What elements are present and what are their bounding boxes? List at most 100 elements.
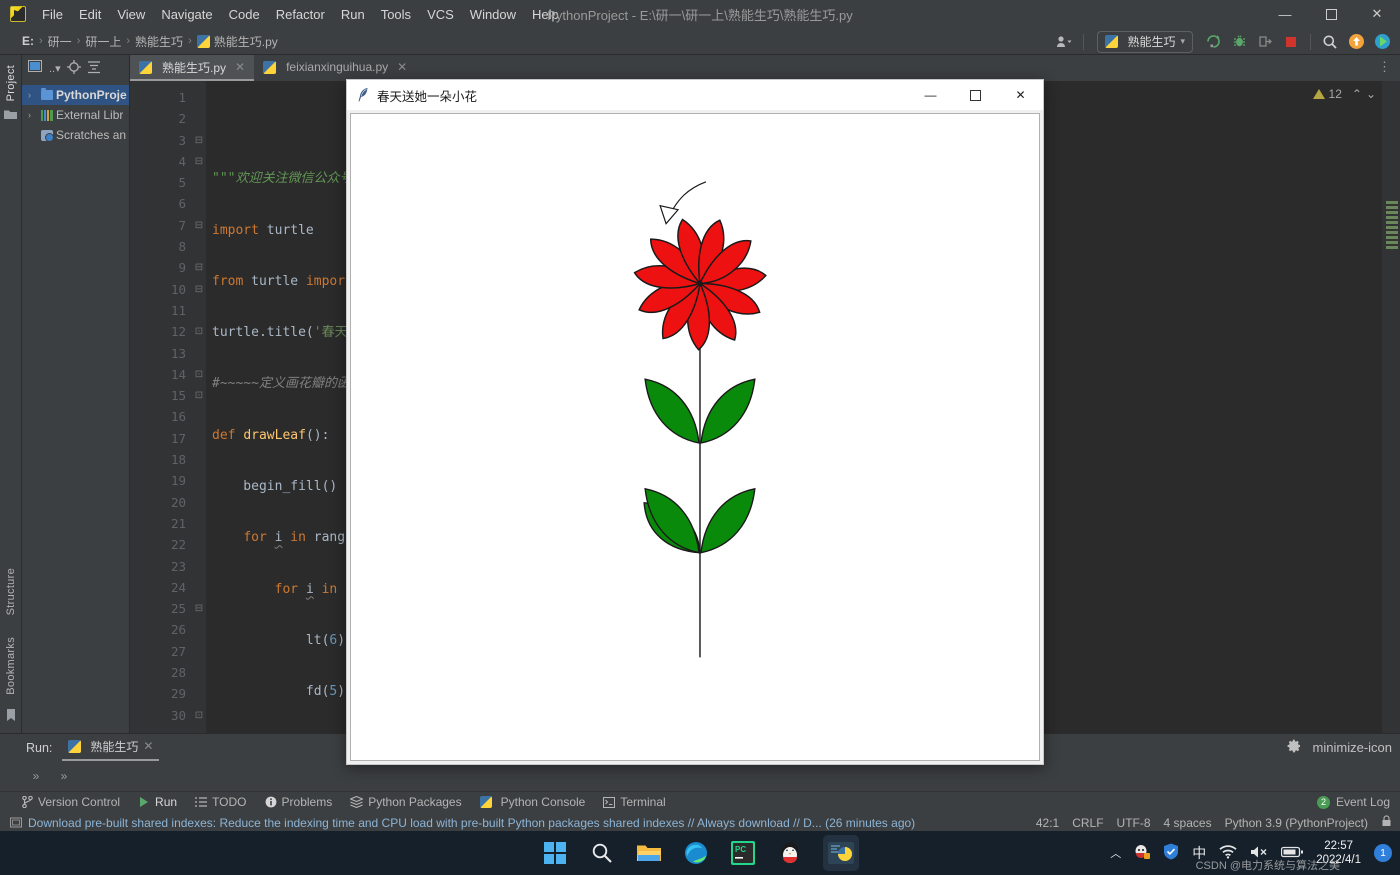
menu-window[interactable]: Window [462, 3, 524, 26]
editor-scrollbar[interactable] [1382, 81, 1400, 733]
tray-shield-icon[interactable] [1163, 843, 1179, 863]
tool-button-problems[interactable]: Problems [265, 795, 333, 809]
tool-button-run[interactable]: Run [138, 795, 177, 809]
coverage-button[interactable] [1253, 31, 1277, 53]
scroll-from-source-button[interactable] [67, 60, 81, 77]
menu-file[interactable]: File [34, 3, 71, 26]
lock-icon[interactable] [1381, 815, 1392, 830]
close-icon[interactable]: ✕ [235, 60, 245, 74]
expand-left-button[interactable]: » [24, 766, 48, 786]
tab-feixianxinguihua[interactable]: feixianxinguihua.py ✕ [254, 55, 416, 81]
caret-position[interactable]: 42:1 [1036, 816, 1059, 830]
expand-right-button[interactable]: » [52, 766, 76, 786]
stop-button[interactable] [1279, 31, 1303, 53]
taskbar-pycharm-button[interactable]: PC [729, 839, 757, 867]
bookmark-rail-icon[interactable] [6, 709, 16, 725]
run-button[interactable] [1201, 31, 1225, 53]
chevron-right-icon[interactable]: › [28, 110, 38, 120]
project-rail-icon[interactable] [4, 109, 17, 123]
sidebar-item-structure[interactable]: Structure [5, 564, 17, 619]
tool-button-python-console[interactable]: Python Console [480, 795, 586, 809]
fold-marker[interactable]: ⊟ [192, 215, 206, 236]
fold-marker[interactable]: ⊡ [192, 385, 206, 406]
turtle-maximize-button[interactable] [953, 80, 998, 110]
taskbar-windows-start-button[interactable] [541, 839, 569, 867]
project-view-dropdown[interactable]: ..▾ [49, 62, 61, 75]
window-minimize-button[interactable]: — [1262, 0, 1308, 28]
window-maximize-button[interactable] [1308, 0, 1354, 28]
notification-badge[interactable]: 1 [1374, 844, 1392, 862]
user-avatar-button[interactable] [1052, 31, 1076, 53]
menu-refactor[interactable]: Refactor [268, 3, 333, 26]
taskbar-turtle-window-button[interactable] [823, 835, 859, 871]
taskbar-file-explorer-button[interactable] [635, 839, 663, 867]
fold-marker[interactable]: ⊟ [192, 279, 206, 300]
fold-marker[interactable]: ⊡ [192, 321, 206, 342]
menu-navigate[interactable]: Navigate [153, 3, 220, 26]
event-log-button[interactable]: 2 Event Log [1317, 795, 1390, 809]
window-close-button[interactable]: ✕ [1354, 0, 1400, 28]
menu-vcs[interactable]: VCS [419, 3, 462, 26]
tool-button-terminal[interactable]: Terminal [603, 795, 665, 809]
taskbar-edge-button[interactable] [682, 839, 710, 867]
fold-marker[interactable]: ⊟ [192, 151, 206, 172]
chevron-up-icon[interactable]: ⌃ [1352, 87, 1362, 101]
tree-item-pythonproject[interactable]: › PythonProje [22, 85, 129, 105]
fold-marker[interactable]: ⊡ [192, 364, 206, 385]
fold-marker[interactable]: ⊟ [192, 130, 206, 151]
fold-marker[interactable]: ⊟ [192, 598, 206, 619]
fold-marker[interactable]: ⊡ [192, 705, 206, 726]
line-separator[interactable]: CRLF [1072, 816, 1103, 830]
turtle-close-button[interactable]: ✕ [998, 80, 1043, 110]
python-interpreter[interactable]: Python 3.9 (PythonProject) [1225, 816, 1368, 830]
tool-button-python-packages[interactable]: Python Packages [350, 795, 461, 809]
turtle-minimize-button[interactable]: — [908, 80, 953, 110]
tray-qq-icon[interactable] [1134, 844, 1150, 863]
launch-icon [1374, 33, 1391, 50]
breadcrumb-folder-1[interactable]: 研一 [48, 33, 72, 50]
code-folding-gutter[interactable]: ⊟⊟⊟⊟⊟⊡⊡⊡⊟⊡ [192, 81, 206, 733]
editor-options-button[interactable]: ⋮ [1378, 59, 1392, 75]
turtle-graphics-window[interactable]: 春天送她一朵小花 — ✕ [346, 79, 1044, 765]
search-everywhere-button[interactable] [1318, 31, 1342, 53]
status-message[interactable]: Download pre-built shared indexes: Reduc… [28, 816, 915, 830]
collapse-all-button[interactable] [87, 60, 101, 77]
run-configuration-selector[interactable]: 熟能生巧 ▾ [1097, 31, 1193, 53]
turtle-canvas[interactable] [350, 113, 1040, 761]
close-icon[interactable]: ✕ [143, 739, 153, 753]
tab-shunengshengqiao[interactable]: 熟能生巧.py ✕ [130, 55, 254, 81]
menu-tools[interactable]: Tools [373, 3, 419, 26]
close-icon[interactable]: ✕ [397, 60, 407, 74]
tree-item-scratches[interactable]: Scratches an [22, 125, 129, 145]
taskbar-search-button[interactable] [588, 839, 616, 867]
run-settings-button[interactable] [1287, 739, 1301, 756]
indent-setting[interactable]: 4 spaces [1164, 816, 1212, 830]
tree-item-external-libraries[interactable]: › External Libr [22, 105, 129, 125]
breadcrumb-folder-3[interactable]: 熟能生巧 [135, 33, 183, 50]
breadcrumb-folder-2[interactable]: 研一上 [85, 33, 121, 50]
tool-button-todo[interactable]: TODO [195, 795, 246, 809]
menu-code[interactable]: Code [221, 3, 268, 26]
menu-edit[interactable]: Edit [71, 3, 109, 26]
menu-view[interactable]: View [109, 3, 153, 26]
launch-button[interactable] [1370, 31, 1394, 53]
update-project-button[interactable] [1344, 31, 1368, 53]
project-view-mode-button[interactable] [28, 60, 43, 76]
inspection-widget[interactable]: 12 ⌃ ⌄ [1313, 87, 1376, 101]
chevron-down-icon[interactable]: ⌄ [1366, 87, 1376, 101]
taskbar-qq-button[interactable] [776, 839, 804, 867]
sidebar-item-project[interactable]: Project [5, 61, 17, 105]
run-hide-button[interactable]: minimize-icon [1313, 740, 1392, 755]
menu-run[interactable]: Run [333, 3, 373, 26]
sidebar-item-bookmarks[interactable]: Bookmarks [5, 633, 17, 699]
run-tab[interactable]: 熟能生巧 ✕ [62, 735, 159, 761]
breadcrumb-drive[interactable]: E: [22, 34, 34, 48]
breadcrumb-file[interactable]: 熟能生巧.py [197, 33, 278, 50]
tool-button-version-control[interactable]: Version Control [22, 795, 120, 809]
chevron-right-icon[interactable]: › [28, 90, 38, 100]
fold-marker[interactable]: ⊟ [192, 257, 206, 278]
menu-help[interactable]: Help [524, 3, 567, 26]
debug-button[interactable] [1227, 31, 1251, 53]
tray-expand-button[interactable]: ︿ [1110, 845, 1121, 861]
file-encoding[interactable]: UTF-8 [1117, 816, 1151, 830]
